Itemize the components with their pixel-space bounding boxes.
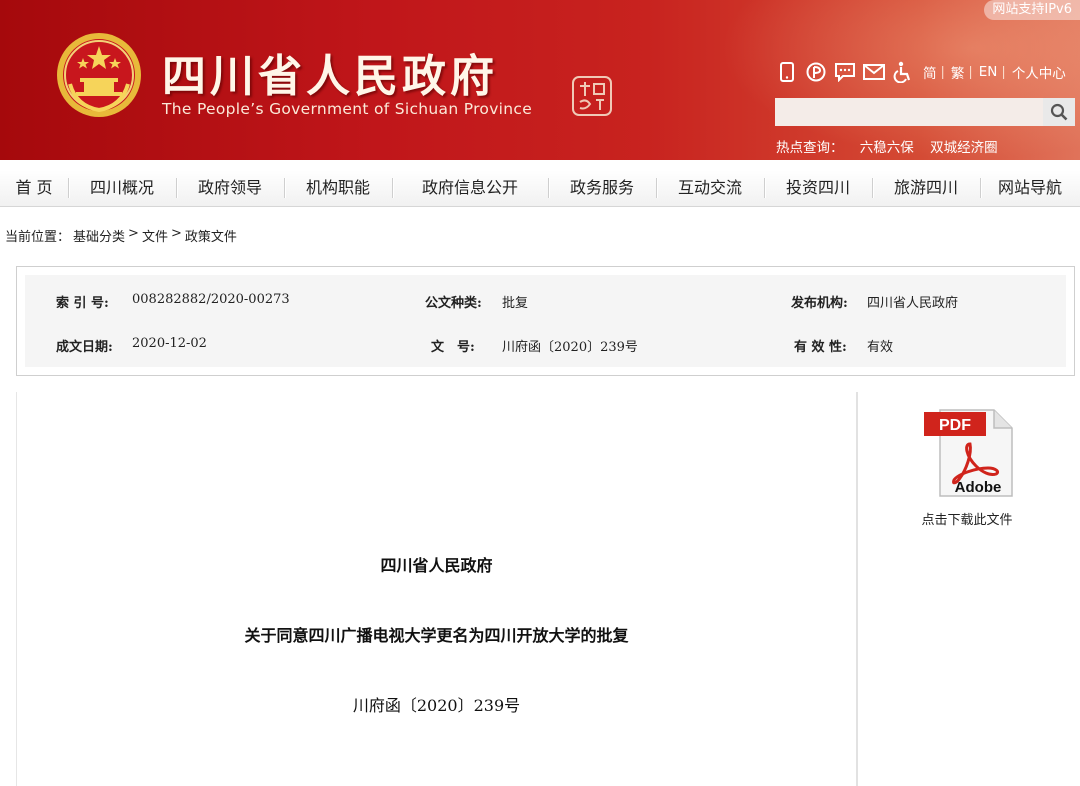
index-label: 索 引 号: bbox=[56, 296, 109, 311]
doc-type-label: 公文种类: bbox=[425, 296, 482, 311]
chinese-seal-icon bbox=[572, 76, 612, 116]
hot-search-label: 热点查询： bbox=[776, 140, 844, 156]
nav-government-services[interactable]: 政务服务 bbox=[548, 170, 656, 206]
hot-search-link[interactable]: 双城经济圈 bbox=[930, 140, 998, 156]
breadcrumb-separator: > bbox=[170, 226, 182, 241]
doc-type-value: 批复 bbox=[502, 296, 529, 311]
nav-travel-sichuan[interactable]: 旅游四川 bbox=[872, 170, 980, 206]
validity-label: 有 效 性: bbox=[794, 340, 847, 355]
breadcrumb-item[interactable]: 政策文件 bbox=[185, 226, 237, 245]
nav-information-disclosure[interactable]: 政府信息公开 bbox=[392, 170, 548, 206]
site-search bbox=[775, 98, 1075, 126]
metadata-panel: 索 引 号: 008282882/2020-00273 公文种类: 批复 发布机… bbox=[25, 275, 1066, 367]
document-title: 关于同意四川广播电视大学更名为四川开放大学的批复 bbox=[244, 626, 629, 645]
adobe-brand-text: Adobe bbox=[955, 479, 1002, 496]
search-input[interactable] bbox=[775, 98, 1043, 126]
search-icon bbox=[1050, 103, 1068, 121]
ipv6-badge: 网站支持IPv6 bbox=[984, 0, 1080, 20]
date-label: 成文日期: bbox=[56, 340, 113, 355]
pdf-download-icon[interactable]: PDF Adobe bbox=[924, 408, 1014, 498]
breadcrumb-item[interactable]: 文件 bbox=[142, 226, 168, 245]
accessibility-icon[interactable] bbox=[892, 61, 914, 83]
hot-search-link[interactable]: 六稳六保 bbox=[860, 140, 914, 156]
content-divider bbox=[856, 392, 858, 786]
nav-home[interactable]: 首 页 bbox=[0, 170, 68, 206]
tools-separator: | bbox=[968, 64, 973, 80]
mobile-icon[interactable] bbox=[776, 61, 798, 83]
lang-traditional-link[interactable]: 繁 bbox=[951, 62, 965, 82]
lang-english-link[interactable]: EN bbox=[979, 64, 998, 80]
document-number: 川府函〔2020〕239号 bbox=[352, 696, 521, 715]
lang-simplified-link[interactable]: 简 bbox=[923, 62, 937, 82]
mail-icon[interactable] bbox=[863, 61, 885, 83]
publisher-value: 四川省人民政府 bbox=[867, 296, 959, 311]
personal-center-link[interactable]: 个人中心 bbox=[1012, 62, 1066, 82]
date-value: 2020-12-02 bbox=[132, 336, 207, 351]
index-value: 008282882/2020-00273 bbox=[132, 292, 290, 307]
breadcrumb-item[interactable]: 基础分类 bbox=[73, 226, 125, 245]
doc-number-label: 文 号: bbox=[431, 340, 475, 355]
header-tools: 简 | 繁 | EN | 个人中心 bbox=[776, 58, 1066, 86]
weibo-icon[interactable] bbox=[805, 61, 827, 83]
nav-government-leaders[interactable]: 政府领导 bbox=[176, 170, 284, 206]
tools-separator: | bbox=[940, 64, 945, 80]
nav-agency-functions[interactable]: 机构职能 bbox=[284, 170, 392, 206]
site-title-en: The People’s Government of Sichuan Provi… bbox=[162, 100, 533, 118]
validity-value: 有效 bbox=[867, 340, 894, 355]
national-emblem-icon bbox=[57, 33, 141, 117]
chat-icon[interactable] bbox=[834, 61, 856, 83]
document-metadata: 索 引 号: 008282882/2020-00273 公文种类: 批复 发布机… bbox=[16, 266, 1075, 376]
nav-invest-sichuan[interactable]: 投资四川 bbox=[764, 170, 872, 206]
content-left-border bbox=[16, 392, 17, 786]
download-file-link[interactable]: 点击下载此文件 bbox=[900, 509, 1034, 528]
document-issuer: 四川省人民政府 bbox=[380, 556, 493, 575]
tools-separator: | bbox=[1001, 64, 1006, 80]
doc-number-value: 川府函〔2020〕239号 bbox=[502, 340, 638, 355]
site-title-cn: 四川省人民政府 bbox=[162, 51, 498, 102]
hot-search: 热点查询： 六稳六保 双城经济圈 bbox=[776, 136, 1010, 156]
breadcrumb-separator: > bbox=[128, 226, 139, 241]
pdf-badge-text: PDF bbox=[939, 417, 971, 434]
nav-sichuan-overview[interactable]: 四川概况 bbox=[68, 170, 176, 206]
breadcrumb-label: 当前位置： bbox=[5, 230, 71, 245]
main-nav: 首 页 四川概况 政府领导 机构职能 政府信息公开 政务服务 互动交流 投资四川… bbox=[0, 170, 1080, 207]
breadcrumb: 当前位置： 基础分类 > 文件 > 政策文件 bbox=[5, 226, 240, 245]
publisher-label: 发布机构: bbox=[791, 296, 848, 311]
search-button[interactable] bbox=[1043, 98, 1075, 126]
nav-site-map[interactable]: 网站导航 bbox=[980, 170, 1080, 206]
nav-interaction[interactable]: 互动交流 bbox=[656, 170, 764, 206]
